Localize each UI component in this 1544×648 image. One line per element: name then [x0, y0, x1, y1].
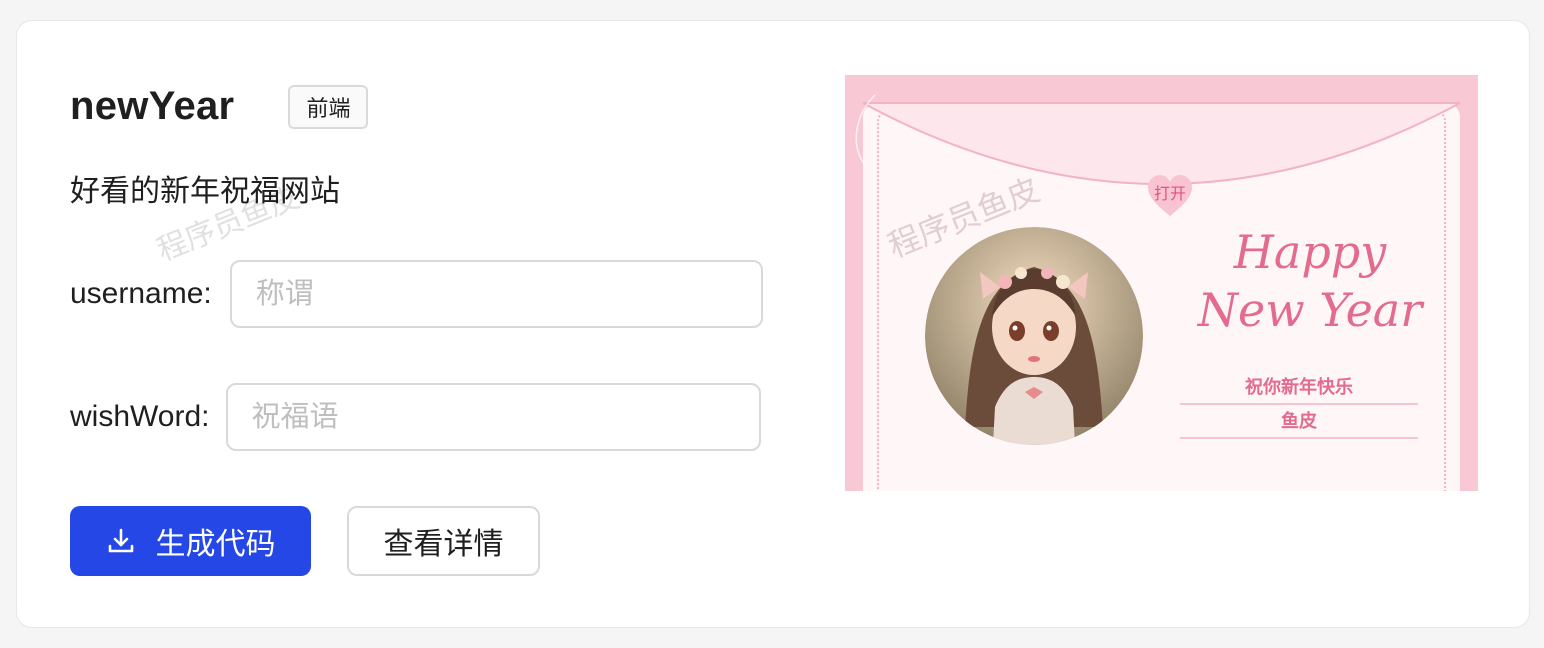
username-row: username: — [70, 260, 763, 328]
generate-code-label: 生成代码 — [155, 528, 276, 561]
category-tag: 前端 — [288, 84, 369, 129]
wishword-row: wishWord: — [70, 383, 761, 451]
view-details-label: 查看详情 — [383, 528, 504, 561]
happy-new-year-text: Happy New Year — [1197, 225, 1423, 337]
open-label: 打开 — [1153, 186, 1186, 203]
username-label: username: — [70, 277, 212, 310]
portrait-illustration — [925, 227, 1143, 445]
project-title: newYear — [70, 84, 235, 128]
preview-image[interactable]: 打开 Happy New Year 祝你新年快乐 鱼皮 程序员鱼皮 — [845, 75, 1478, 491]
wishword-input[interactable] — [225, 383, 761, 451]
download-icon — [106, 526, 136, 556]
sender-text: 鱼皮 — [1180, 407, 1418, 439]
greeting-text: 祝你新年快乐 — [1180, 373, 1418, 405]
generate-code-button[interactable]: 生成代码 — [70, 506, 311, 576]
wishword-label: wishWord: — [70, 400, 210, 433]
view-details-button[interactable]: 查看详情 — [347, 506, 540, 576]
title-row: newYear 前端 — [70, 84, 369, 129]
username-input[interactable] — [229, 260, 763, 328]
project-description: 好看的新年祝福网站 — [70, 175, 340, 208]
open-heart-button[interactable]: 打开 — [1145, 172, 1195, 222]
project-card: newYear 前端 好看的新年祝福网站 程序员鱼皮 username: wis… — [16, 20, 1530, 628]
